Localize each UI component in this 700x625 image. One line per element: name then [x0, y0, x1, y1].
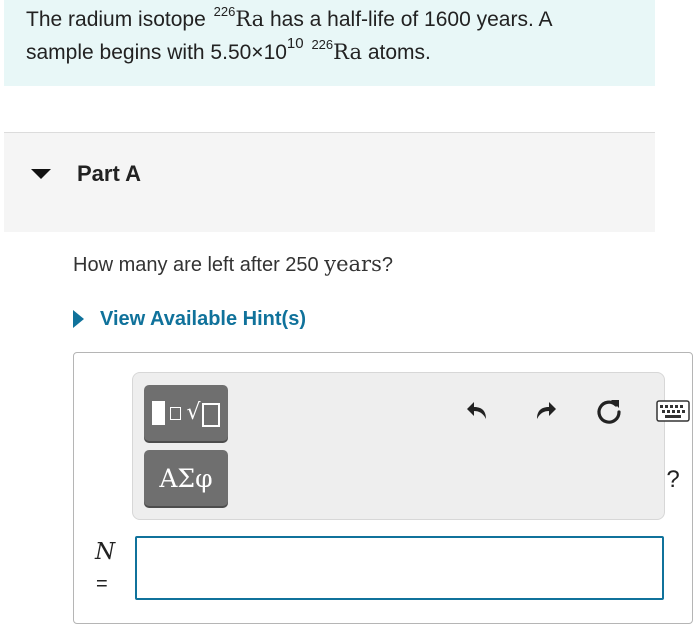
- help-button[interactable]: ?: [653, 460, 693, 500]
- element-symbol-2: Ra: [333, 40, 362, 64]
- answer-panel: √ ΑΣφ ? N =: [73, 352, 693, 624]
- view-hints-toggle[interactable]: View Available Hint(s): [73, 306, 306, 332]
- math-toolbar: √ ΑΣφ ?: [132, 372, 690, 520]
- templates-button[interactable]: √: [144, 385, 228, 441]
- problem-text-1: The radium isotope: [26, 8, 212, 31]
- question-unit: years: [324, 252, 382, 276]
- collapse-caret-icon[interactable]: [31, 169, 51, 179]
- answer-input[interactable]: [135, 536, 664, 600]
- question-prefix: How many are left after 250: [73, 254, 325, 276]
- problem-text-3: sample begins with 5.50×10: [26, 41, 287, 64]
- problem-text-2: has a half-life of 1600 years. A: [264, 8, 553, 31]
- problem-statement: The radium isotope 226Ra has a half-life…: [4, 0, 655, 86]
- question-suffix: ?: [381, 254, 393, 276]
- templates-icon: √: [152, 400, 220, 427]
- isotope-mass-2: 226: [311, 37, 334, 52]
- reset-icon[interactable]: [589, 391, 629, 431]
- variable-label: N: [95, 539, 116, 565]
- redo-icon[interactable]: [525, 391, 565, 431]
- part-a-header[interactable]: Part A: [4, 132, 655, 232]
- problem-text-4: atoms.: [361, 41, 431, 64]
- problem-line-2: sample begins with 5.50×1010 226Ra atoms…: [26, 35, 655, 70]
- part-title: Part A: [77, 161, 141, 186]
- exponent: 10: [286, 35, 304, 52]
- isotope-mass: 226: [213, 4, 236, 19]
- expand-caret-icon: [73, 310, 84, 328]
- undo-icon[interactable]: [458, 391, 498, 431]
- symbols-button[interactable]: ΑΣφ: [144, 450, 228, 506]
- problem-line-1: The radium isotope 226Ra has a half-life…: [26, 4, 655, 37]
- equals-sign: =: [96, 573, 108, 595]
- hint-label: View Available Hint(s): [100, 307, 306, 330]
- question-text: How many are left after 250 years?: [73, 252, 393, 277]
- keyboard-icon[interactable]: [653, 391, 693, 431]
- element-symbol: Ra: [235, 7, 265, 31]
